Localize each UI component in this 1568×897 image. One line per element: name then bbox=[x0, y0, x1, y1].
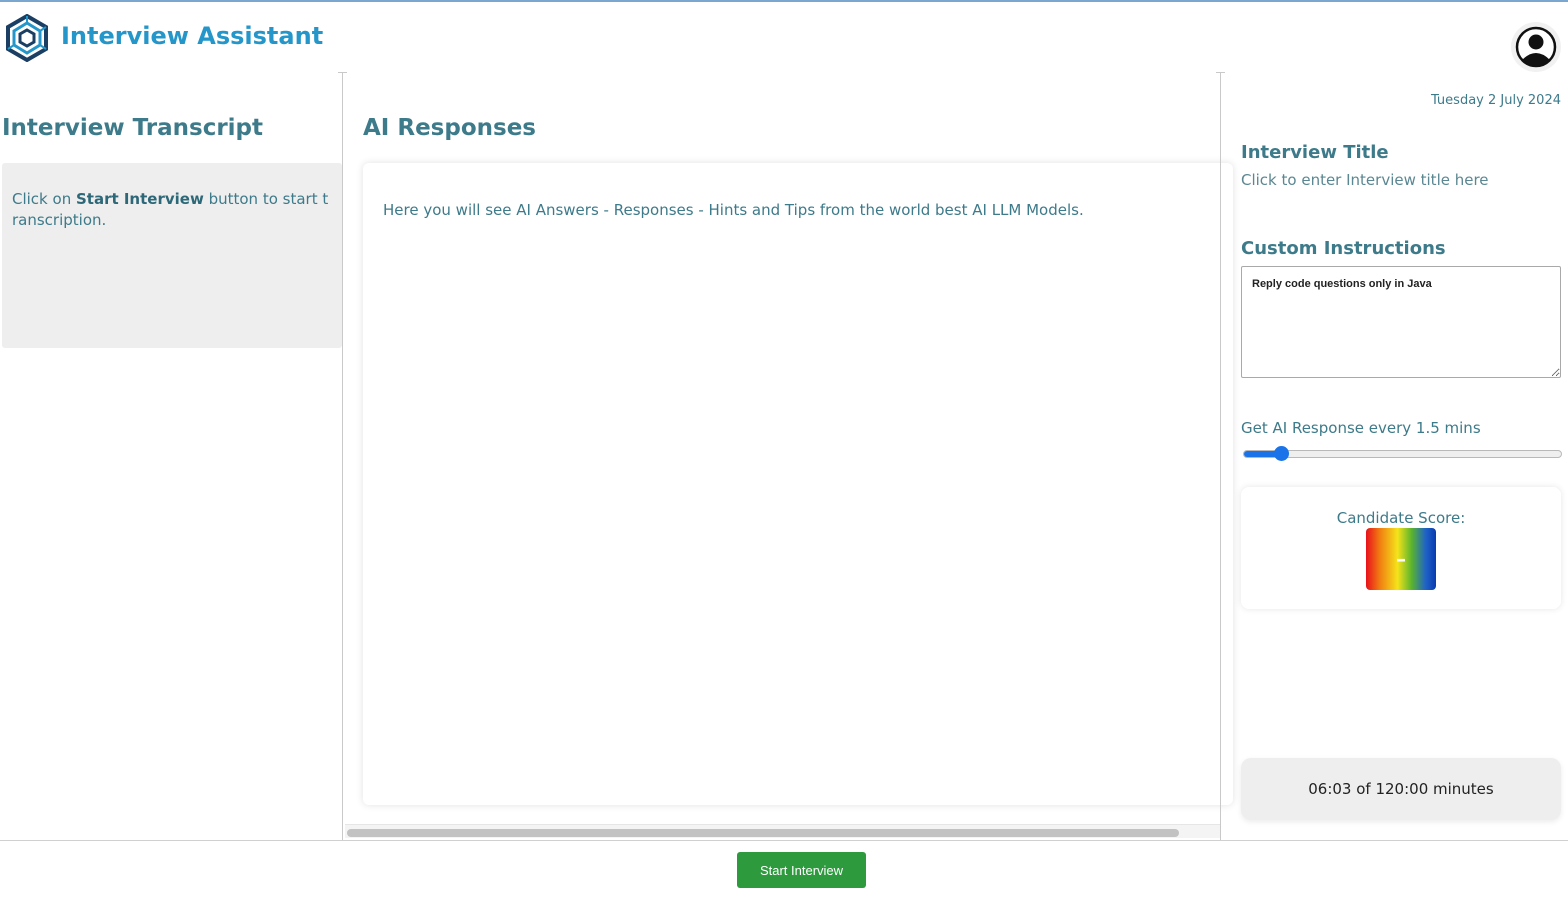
start-interview-button[interactable]: Start Interview bbox=[737, 852, 866, 888]
candidate-score-card: Candidate Score: – bbox=[1241, 487, 1561, 609]
app-header: Interview Assistant bbox=[0, 2, 1568, 72]
current-date: Tuesday 2 July 2024 bbox=[1430, 93, 1561, 108]
ai-responses-panel: AI Responses Here you will see AI Answer… bbox=[343, 72, 1233, 840]
transcript-box: Click on Start Interview button to start… bbox=[2, 163, 342, 348]
custom-instructions-heading: Custom Instructions bbox=[1241, 238, 1446, 259]
settings-sidebar: Tuesday 2 July 2024 Interview Title Clic… bbox=[1221, 72, 1568, 840]
ai-responses-box: Here you will see AI Answers - Responses… bbox=[363, 163, 1233, 805]
response-interval-slider[interactable] bbox=[1243, 446, 1562, 461]
footer-bar: Start Interview bbox=[0, 840, 1568, 897]
interview-title-heading: Interview Title bbox=[1241, 142, 1389, 163]
horizontal-scrollbar-thumb[interactable] bbox=[347, 829, 1179, 837]
response-interval-label: Get AI Response every 1.5 mins bbox=[1241, 419, 1481, 437]
transcript-text-bold: Start Interview bbox=[75, 190, 204, 208]
custom-instructions-textarea[interactable]: Reply code questions only in Java bbox=[1241, 266, 1561, 378]
ai-responses-heading: AI Responses bbox=[363, 115, 536, 141]
interview-timer: 06:03 of 120:00 minutes bbox=[1241, 758, 1561, 820]
avatar-silhouette-icon bbox=[1515, 26, 1557, 68]
candidate-score-value: – bbox=[1396, 547, 1406, 571]
interview-timer-text: 06:03 of 120:00 minutes bbox=[1308, 780, 1494, 798]
horizontal-scrollbar[interactable] bbox=[345, 824, 1220, 838]
ai-responses-placeholder: Here you will see AI Answers - Responses… bbox=[383, 201, 1084, 219]
interview-title-input[interactable]: Click to enter Interview title here bbox=[1241, 171, 1489, 189]
candidate-score-badge: – bbox=[1366, 528, 1436, 590]
transcript-panel: Interview Transcript Click on Start Inte… bbox=[0, 72, 342, 840]
hexagon-logo-icon bbox=[6, 14, 48, 62]
candidate-score-label: Candidate Score: bbox=[1336, 509, 1466, 527]
response-interval-slider-thumb[interactable] bbox=[1274, 446, 1290, 461]
transcript-text-before: Click on bbox=[12, 190, 76, 208]
user-avatar-icon[interactable] bbox=[1511, 22, 1561, 72]
transcript-heading: Interview Transcript bbox=[2, 115, 264, 141]
app-title: Interview Assistant bbox=[61, 22, 324, 50]
